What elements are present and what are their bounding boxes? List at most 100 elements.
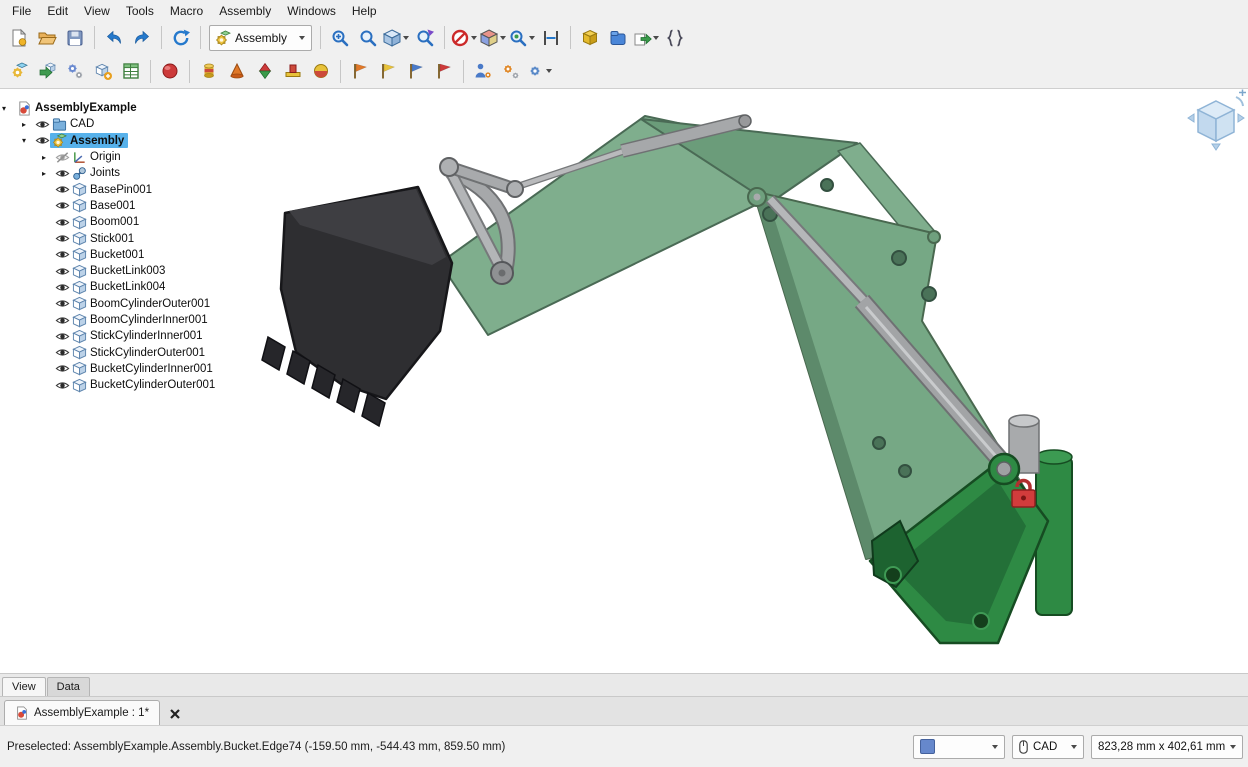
chevron-down-icon bbox=[403, 36, 409, 40]
expression-editor-button[interactable] bbox=[661, 24, 689, 51]
menu-help[interactable]: Help bbox=[344, 2, 385, 20]
visibility-eye-icon[interactable] bbox=[55, 313, 70, 328]
visibility-eye-icon[interactable] bbox=[55, 378, 70, 393]
menu-view[interactable]: View bbox=[76, 2, 118, 20]
visibility-eye-icon[interactable] bbox=[55, 215, 70, 230]
standard-views-button[interactable] bbox=[382, 28, 411, 48]
create-part-button[interactable] bbox=[89, 58, 117, 85]
tree-item-assemblyexample[interactable]: ▾ AssemblyExample bbox=[0, 100, 252, 116]
joint-angle-button[interactable] bbox=[430, 58, 458, 85]
status-bar: Preselected: AssemblyExample.Assembly.Bu… bbox=[0, 725, 1248, 767]
tree-item-boom001[interactable]: Boom001 bbox=[0, 214, 252, 230]
insert-component-button[interactable] bbox=[33, 58, 61, 85]
tree-item-origin[interactable]: ▸ Origin bbox=[0, 149, 252, 165]
visibility-eye-icon[interactable] bbox=[55, 198, 70, 213]
visibility-eye-icon[interactable] bbox=[55, 345, 70, 360]
draw-style-button[interactable] bbox=[450, 28, 479, 48]
more-assembly-tools-button[interactable] bbox=[525, 61, 554, 81]
document-tab[interactable]: AssemblyExample : 1* bbox=[4, 700, 160, 725]
export-button[interactable] bbox=[632, 28, 661, 48]
visibility-eye-icon[interactable] bbox=[55, 264, 70, 279]
new-document-button[interactable] bbox=[5, 24, 33, 51]
close-document-button[interactable] bbox=[164, 703, 186, 725]
make-link-button[interactable] bbox=[576, 24, 604, 51]
tree-item-assembly[interactable]: ▾ Assembly bbox=[0, 133, 252, 149]
tree-item-boomcylinderouter001[interactable]: BoomCylinderOuter001 bbox=[0, 296, 252, 312]
undo-button[interactable] bbox=[100, 24, 128, 51]
joint-parallel-button[interactable] bbox=[374, 58, 402, 85]
fit-all-button[interactable] bbox=[326, 24, 354, 51]
visibility-eye-icon[interactable] bbox=[55, 182, 70, 197]
visibility-eye-icon[interactable] bbox=[35, 133, 50, 148]
tree-item-joints[interactable]: ▸ Joints bbox=[0, 165, 252, 181]
tree-item-label: Boom001 bbox=[90, 216, 139, 228]
visibility-eye-icon[interactable] bbox=[35, 117, 50, 132]
create-group-button[interactable] bbox=[604, 24, 632, 51]
menu-edit[interactable]: Edit bbox=[39, 2, 76, 20]
navigation-style-selector[interactable]: CAD bbox=[1012, 735, 1084, 759]
tree-item-bucketcylinderouter001[interactable]: BucketCylinderOuter001 bbox=[0, 377, 252, 393]
menu-macro[interactable]: Macro bbox=[162, 2, 211, 20]
menu-assembly[interactable]: Assembly bbox=[211, 2, 279, 20]
exploded-view-button[interactable] bbox=[469, 58, 497, 85]
sync-view-button[interactable] bbox=[411, 24, 439, 51]
simulation-button[interactable] bbox=[497, 58, 525, 85]
visibility-eye-icon[interactable] bbox=[55, 296, 70, 311]
joint-ball-button[interactable] bbox=[307, 58, 335, 85]
tree-item-bucketlink003[interactable]: BucketLink003 bbox=[0, 263, 252, 279]
tree-item-stickcylinderouter001[interactable]: StickCylinderOuter001 bbox=[0, 344, 252, 360]
tree-item-basepin001[interactable]: BasePin001 bbox=[0, 181, 252, 197]
visibility-eye-icon[interactable] bbox=[55, 231, 70, 246]
create-simulation-button[interactable] bbox=[156, 58, 184, 85]
visibility-hidden-eye-icon[interactable] bbox=[55, 150, 70, 165]
joint-fixed-button[interactable] bbox=[195, 58, 223, 85]
expander-icon[interactable]: ▾ bbox=[0, 104, 15, 113]
save-button[interactable] bbox=[61, 24, 89, 51]
expander-icon[interactable]: ▾ bbox=[20, 136, 35, 145]
red-sphere-icon bbox=[160, 61, 180, 81]
tab-view[interactable]: View bbox=[2, 677, 46, 696]
menu-windows[interactable]: Windows bbox=[279, 2, 344, 20]
visibility-eye-icon[interactable] bbox=[55, 166, 70, 181]
refresh-button[interactable] bbox=[167, 24, 195, 51]
visibility-eye-icon[interactable] bbox=[55, 247, 70, 262]
navigation-cube[interactable] bbox=[1188, 90, 1246, 151]
joint-revolute-button[interactable] bbox=[223, 58, 251, 85]
expander-icon[interactable]: ▸ bbox=[40, 153, 55, 162]
open-document-button[interactable] bbox=[33, 24, 61, 51]
bucket-part[interactable] bbox=[262, 187, 452, 426]
measure-button[interactable] bbox=[537, 24, 565, 51]
menu-file[interactable]: File bbox=[4, 2, 39, 20]
expander-icon[interactable]: ▸ bbox=[20, 120, 35, 129]
tree-item-label: BoomCylinderInner001 bbox=[90, 314, 208, 326]
joint-distance-button[interactable] bbox=[346, 58, 374, 85]
tree-item-bucketcylinderinner001[interactable]: BucketCylinderInner001 bbox=[0, 361, 252, 377]
selection-filter-button[interactable] bbox=[508, 28, 537, 48]
simulation-gears-icon bbox=[501, 61, 521, 81]
tree-item-stick001[interactable]: Stick001 bbox=[0, 230, 252, 246]
create-assembly-button[interactable] bbox=[5, 58, 33, 85]
redo-button[interactable] bbox=[128, 24, 156, 51]
visibility-eye-icon[interactable] bbox=[55, 280, 70, 295]
solve-assembly-button[interactable] bbox=[61, 58, 89, 85]
tree-item-stickcylinderinner001[interactable]: StickCylinderInner001 bbox=[0, 328, 252, 344]
workbench-selector[interactable]: Assembly bbox=[209, 25, 312, 51]
appearance-button[interactable] bbox=[479, 28, 508, 48]
tree-item-cad[interactable]: ▸ CAD bbox=[0, 116, 252, 132]
tree-item-boomcylinderinner001[interactable]: BoomCylinderInner001 bbox=[0, 312, 252, 328]
overlay-color-selector[interactable] bbox=[913, 735, 1005, 759]
tree-item-bucketlink004[interactable]: BucketLink004 bbox=[0, 279, 252, 295]
visibility-eye-icon[interactable] bbox=[55, 329, 70, 344]
bill-of-materials-button[interactable] bbox=[117, 58, 145, 85]
tab-data[interactable]: Data bbox=[47, 677, 90, 696]
tree-item-bucket001[interactable]: Bucket001 bbox=[0, 247, 252, 263]
view-dimensions-selector[interactable]: 823,28 mm x 402,61 mm bbox=[1091, 735, 1243, 759]
fit-selection-button[interactable] bbox=[354, 24, 382, 51]
joint-slider-button[interactable] bbox=[279, 58, 307, 85]
visibility-eye-icon[interactable] bbox=[55, 361, 70, 376]
menu-tools[interactable]: Tools bbox=[118, 2, 162, 20]
expander-icon[interactable]: ▸ bbox=[40, 169, 55, 178]
joint-cylindrical-button[interactable] bbox=[251, 58, 279, 85]
joint-perpendicular-button[interactable] bbox=[402, 58, 430, 85]
tree-item-base001[interactable]: Base001 bbox=[0, 198, 252, 214]
